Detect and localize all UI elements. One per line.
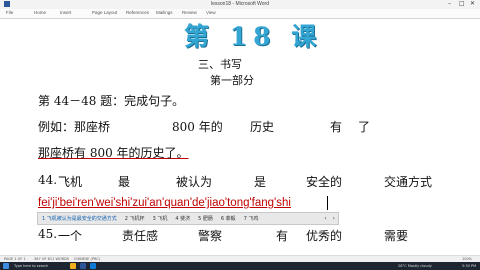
tab-references[interactable]: References (126, 10, 149, 15)
ime-candidate[interactable]: 5 肥肠 (194, 215, 217, 222)
zoom-level[interactable]: 100% (462, 257, 472, 261)
question-number: 45. (38, 227, 58, 241)
ribbon-tabs: File Home Insert Page Layout References … (0, 9, 480, 19)
ime-candidate-window: 1 飞机被认为是最安全的交通方式 2 飞机杯 3 飞机 4 斐济 5 肥肠 6 … (37, 212, 339, 225)
page-count[interactable]: PAGE 1 OF 1 (4, 257, 26, 261)
ime-candidate[interactable]: 2 飞机杯 (121, 215, 149, 222)
minimize-button[interactable]: – (448, 1, 451, 7)
question-word: 一个 (58, 229, 83, 243)
start-icon[interactable] (3, 263, 9, 269)
tab-review[interactable]: Review (182, 10, 197, 15)
question-word: 优秀的 (306, 229, 343, 243)
status-bar: PAGE 1 OF 1 367 OF 611 WORDS CHINESE (PR… (0, 255, 480, 262)
example-word: 了 (358, 120, 371, 134)
question-word: 被认为 (176, 175, 213, 189)
section-title: 三、书写 (198, 58, 242, 71)
question-word: 需要 (384, 229, 409, 243)
tab-file[interactable]: File (6, 10, 13, 15)
tab-insert[interactable]: Insert (60, 10, 71, 15)
question-word: 有 (276, 229, 289, 243)
ime-candidate[interactable]: 6 菲毅 (217, 215, 240, 222)
ime-prev-page-icon[interactable]: ‹ (321, 215, 329, 222)
taskbar-search[interactable]: Type here to search (14, 264, 48, 268)
tab-home[interactable]: Home (34, 10, 46, 15)
clock[interactable]: 5:30 PM (462, 264, 476, 268)
example-word: 800 年的 (172, 120, 223, 134)
text-cursor (327, 196, 328, 210)
maximize-button[interactable]: □ (459, 1, 465, 7)
tab-mailings[interactable]: Mailings (156, 10, 173, 15)
tab-view[interactable]: View (206, 10, 216, 15)
question-word: 是 (254, 175, 267, 189)
word-taskbar-icon[interactable] (80, 263, 86, 269)
question-word: 飞机 (58, 175, 83, 189)
word-count[interactable]: 367 OF 611 WORDS (34, 257, 69, 261)
part-title: 第一部分 (210, 74, 254, 87)
ime-composition-text: fei'ji'bei'ren'wei'shi'zui'an'quan'de'ji… (38, 197, 291, 209)
instruction-text: 第 44－48 题：完成句子。 (38, 94, 185, 108)
ime-candidate[interactable]: 4 斐济 (171, 215, 194, 222)
browser-icon[interactable] (90, 263, 96, 269)
question-word: 警察 (198, 229, 223, 243)
example-answer: 那座桥有 800 年的历史了。 (38, 146, 189, 160)
question-word: 安全的 (306, 175, 343, 189)
question-word: 交通方式 (384, 175, 433, 189)
document-page[interactable]: 第 18 课 三、书写 第一部分 第 44－48 题：完成句子。 例如： 那座桥… (0, 19, 480, 255)
close-button[interactable]: ✕ (470, 1, 475, 7)
ime-candidate[interactable]: 3 飞机 (149, 215, 172, 222)
ime-candidate[interactable]: 1 飞机被认为是最安全的交通方式 (38, 215, 121, 222)
example-word: 那座桥 (74, 120, 111, 134)
taskbar: Type here to search 28°C Mostly cloudy 5… (0, 262, 480, 270)
window-title: lesson18 - Microsoft Word (211, 1, 269, 7)
tab-page-layout[interactable]: Page Layout (92, 10, 117, 15)
title-bar: lesson18 - Microsoft Word – □ ✕ (0, 0, 480, 9)
question-word: 最 (118, 175, 131, 189)
ime-candidate[interactable]: 7 飞鸡 (240, 215, 263, 222)
weather-widget[interactable]: 28°C Mostly cloudy (398, 264, 432, 268)
example-word: 历史 (250, 120, 275, 134)
language-indicator[interactable]: CHINESE (PRC) (74, 257, 100, 261)
lesson-heading: 第 18 课 (184, 22, 323, 51)
question-number: 44. (38, 173, 58, 187)
example-label: 例如： (38, 120, 75, 134)
ime-next-page-icon[interactable]: › (330, 215, 338, 222)
example-word: 有 (330, 120, 343, 134)
question-word: 责任感 (122, 229, 159, 243)
file-explorer-icon[interactable] (70, 263, 76, 269)
